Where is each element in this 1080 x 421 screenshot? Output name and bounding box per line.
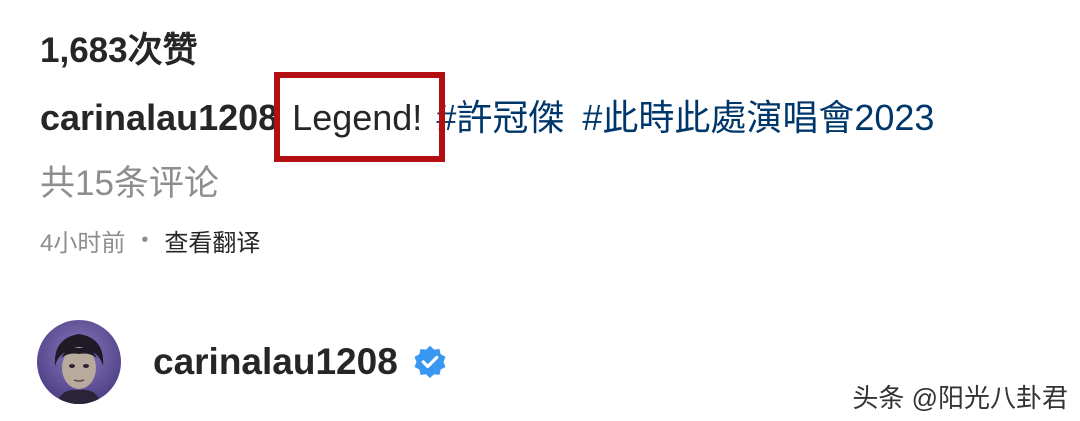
view-comments-link[interactable]: 共15条评论: [40, 162, 219, 206]
author-row: carinalau1208: [37, 320, 448, 404]
separator-dot: •: [141, 228, 149, 251]
see-translation-button[interactable]: 查看翻译: [164, 223, 260, 258]
author-username[interactable]: carinalau1208: [153, 341, 398, 383]
avatar-portrait-icon: [37, 320, 121, 404]
caption-username[interactable]: carinalau1208: [40, 94, 278, 142]
hashtag-link[interactable]: #此時此處演唱會2023: [582, 94, 934, 142]
post-meta: 4小时前 • 查看翻译: [40, 222, 260, 258]
caption: carinalau1208 Legend! #許冠傑 #此時此處演唱會2023: [40, 94, 934, 142]
watermark: 头条 @阳光八卦君: [852, 383, 1068, 413]
avatar[interactable]: [37, 320, 121, 404]
post-details: 1,683次赞 carinalau1208 Legend! #許冠傑 #此時此處…: [0, 0, 1080, 421]
hashtag-link[interactable]: #許冠傑: [436, 94, 564, 142]
likes-count[interactable]: 1,683次赞: [40, 30, 198, 72]
verified-badge-icon: [414, 345, 446, 379]
highlight-box: [274, 72, 445, 162]
timestamp: 4小时前: [40, 229, 126, 257]
